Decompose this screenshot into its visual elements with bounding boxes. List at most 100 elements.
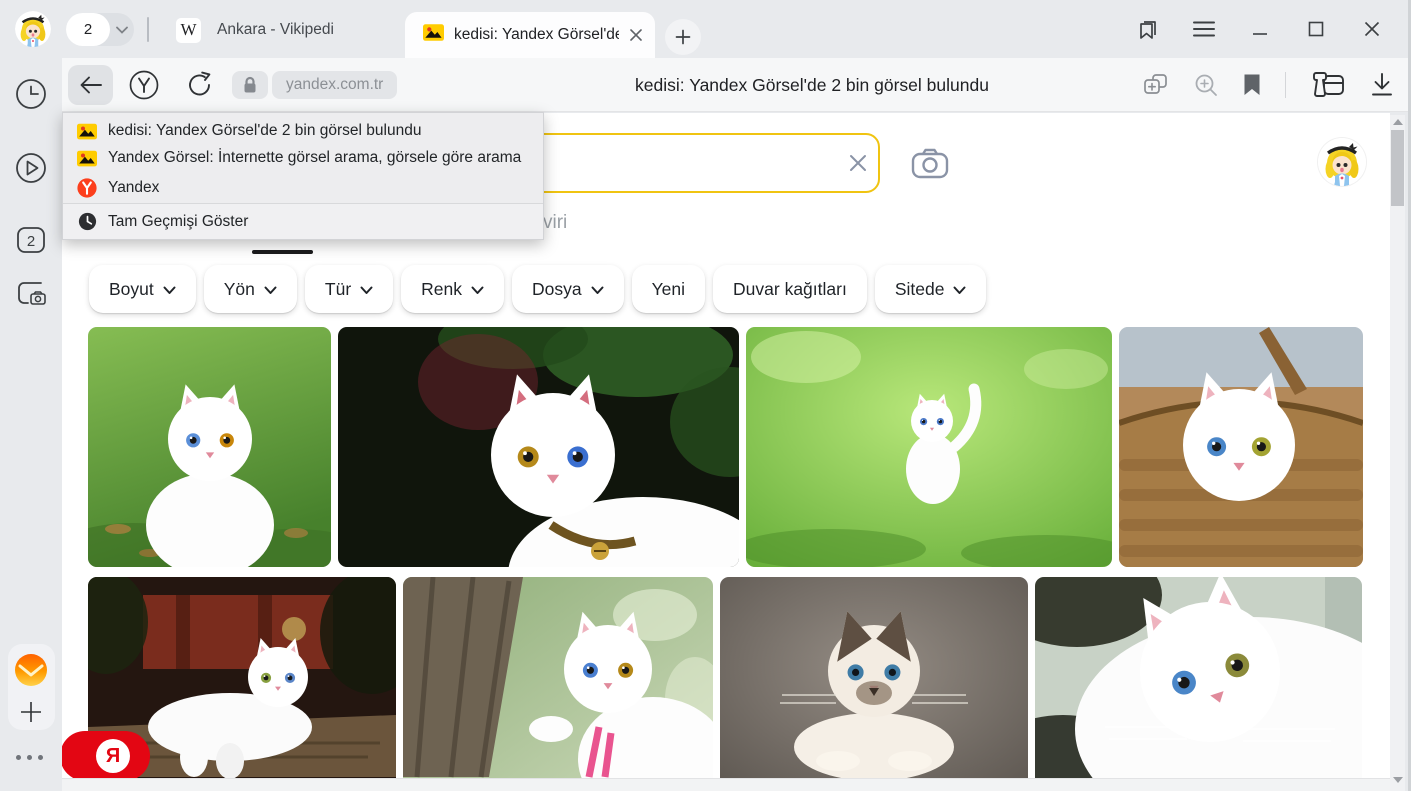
yandex-y-button[interactable] — [126, 67, 162, 103]
sidebar: 2 — [0, 58, 62, 791]
site-security-badge[interactable] — [232, 71, 268, 99]
yandex-images-icon — [77, 148, 97, 168]
download-icon[interactable] — [1370, 72, 1394, 98]
toolbar: yandex.com.tr kedisi: Yandex Görsel'de 2… — [62, 58, 1408, 112]
chevron-down-icon — [264, 279, 277, 300]
image-result-4[interactable] — [1119, 327, 1363, 567]
filter-renk[interactable]: Renk — [401, 265, 504, 313]
menu-item-label: kedisi: Yandex Görsel'de 2 bin görsel bu… — [108, 122, 421, 140]
screenshot-camera-icon[interactable] — [11, 273, 51, 313]
image-grid-row — [88, 327, 1363, 567]
new-tab-button[interactable] — [665, 19, 701, 55]
tab-close-icon[interactable] — [629, 28, 643, 42]
maximize-icon[interactable] — [1302, 15, 1330, 43]
image-search-camera-icon[interactable] — [908, 143, 952, 183]
tabs-panel-icon[interactable]: 2 — [11, 220, 51, 260]
filter-yeni[interactable]: Yeni — [632, 265, 705, 313]
filter-duvar-kağıtları[interactable]: Duvar kağıtları — [713, 265, 867, 313]
tab-ankara-vikipedi[interactable]: W Ankara - Vikipedi — [162, 12, 402, 48]
new-tab-plus-icon — [675, 29, 691, 45]
menu-item-label: Tam Geçmişi Göster — [108, 213, 248, 231]
yandex-home-button[interactable]: Я — [62, 731, 150, 778]
page-title: kedisi: Yandex Görsel'de 2 bin görsel bu… — [482, 58, 1142, 112]
zoom-plus-icon[interactable] — [1193, 72, 1219, 98]
scroll-down-arrow-icon[interactable] — [1393, 777, 1403, 783]
filter-label: Boyut — [109, 279, 154, 300]
active-nav-underline — [252, 250, 313, 254]
search-box[interactable] — [490, 133, 880, 193]
filter-tür[interactable]: Tür — [305, 265, 393, 313]
history-menu-item[interactable]: Yandex Görsel: İnternette görsel arama, … — [63, 143, 543, 173]
profile-avatar[interactable] — [15, 11, 51, 47]
browser-window: 2 W Ankara - Vikipedi kedisi: Yandex Gör… — [0, 0, 1411, 791]
filter-yön[interactable]: Yön — [204, 265, 297, 313]
filter-bar: Boyut Yön Tür Renk Dosya Yeni Duvar kağıtlarıS… — [89, 265, 986, 313]
clear-x-icon[interactable] — [838, 143, 878, 183]
image-result-3[interactable] — [746, 327, 1112, 567]
history-menu-item[interactable]: Yandex — [63, 173, 543, 203]
back-history-menu: kedisi: Yandex Görsel'de 2 bin görsel bu… — [62, 112, 544, 240]
yandex-logo-icon: Я — [96, 739, 130, 773]
menu-item-label: Yandex — [108, 179, 159, 197]
tab-label: Ankara - Vikipedi — [217, 21, 334, 39]
menu-hamburger-icon[interactable] — [1190, 15, 1218, 43]
chevron-down-icon — [471, 279, 484, 300]
add-panel-plus-icon[interactable] — [11, 692, 51, 732]
chevron-down-icon — [591, 279, 604, 300]
nav-tab-fragment[interactable]: viri — [543, 212, 567, 234]
more-dots-icon[interactable] — [16, 755, 43, 760]
filter-boyut[interactable]: Boyut — [89, 265, 196, 313]
show-full-history-item[interactable]: Tam Geçmişi Göster — [63, 203, 543, 239]
image-result-8[interactable] — [1035, 577, 1362, 778]
filter-label: Yön — [224, 279, 255, 300]
filter-sitede[interactable]: Sitede — [875, 265, 987, 313]
refresh-button[interactable] — [182, 67, 218, 103]
tab-count: 2 — [66, 13, 110, 46]
user-avatar[interactable] — [1318, 138, 1366, 186]
scroll-up-arrow-icon[interactable] — [1393, 119, 1403, 125]
filter-dosya[interactable]: Dosya — [512, 265, 624, 313]
image-result-1[interactable] — [88, 327, 331, 567]
url-field[interactable]: yandex.com.tr — [272, 71, 397, 99]
tab-counter[interactable]: 2 — [66, 13, 134, 46]
mail-icon[interactable] — [11, 650, 51, 690]
filter-label: Yeni — [652, 279, 685, 300]
image-result-7[interactable] — [720, 577, 1028, 778]
clock-icon — [77, 212, 97, 232]
yandex-images-icon — [77, 121, 97, 141]
yandex-images-icon — [423, 24, 444, 46]
lock-icon — [242, 76, 258, 94]
tab-label: kedisi: Yandex Görsel'de — [454, 26, 619, 44]
back-arrow-icon — [79, 75, 103, 95]
window-bottom-edge — [62, 778, 1390, 791]
wikipedia-w-icon: W — [176, 18, 201, 43]
back-button[interactable] — [68, 65, 113, 105]
yandex-logo-icon — [77, 178, 97, 198]
history-clock-icon[interactable] — [11, 74, 51, 114]
filter-label: Dosya — [532, 279, 582, 300]
filter-label: Renk — [421, 279, 462, 300]
toolbar-separator — [1285, 72, 1286, 98]
bookmark-icon[interactable] — [1243, 73, 1261, 97]
collections-icon[interactable] — [1310, 70, 1346, 100]
tab-separator — [147, 17, 149, 42]
image-grid-row — [88, 577, 1362, 778]
bookmarks-stack-icon[interactable] — [1134, 15, 1162, 43]
scrollbar-thumb[interactable] — [1391, 130, 1404, 206]
scrollbar[interactable] — [1390, 115, 1405, 791]
refresh-icon — [185, 70, 215, 100]
titlebar: 2 W Ankara - Vikipedi kedisi: Yandex Gör… — [0, 0, 1408, 58]
image-result-6[interactable] — [403, 577, 713, 778]
history-menu-item[interactable]: kedisi: Yandex Görsel'de 2 bin görsel bu… — [63, 113, 543, 143]
image-result-2[interactable] — [338, 327, 739, 567]
chevron-down-icon[interactable] — [110, 26, 134, 34]
tab-kedisi-yandex-gorsel[interactable]: kedisi: Yandex Görsel'de — [405, 12, 655, 58]
add-tab-group-icon[interactable] — [1143, 73, 1169, 97]
minimize-icon[interactable] — [1246, 15, 1274, 43]
svg-text:2: 2 — [27, 233, 35, 250]
filter-label: Tür — [325, 279, 351, 300]
chevron-down-icon — [163, 279, 176, 300]
chevron-down-icon — [360, 279, 373, 300]
close-icon[interactable] — [1358, 15, 1386, 43]
video-play-icon[interactable] — [11, 148, 51, 188]
